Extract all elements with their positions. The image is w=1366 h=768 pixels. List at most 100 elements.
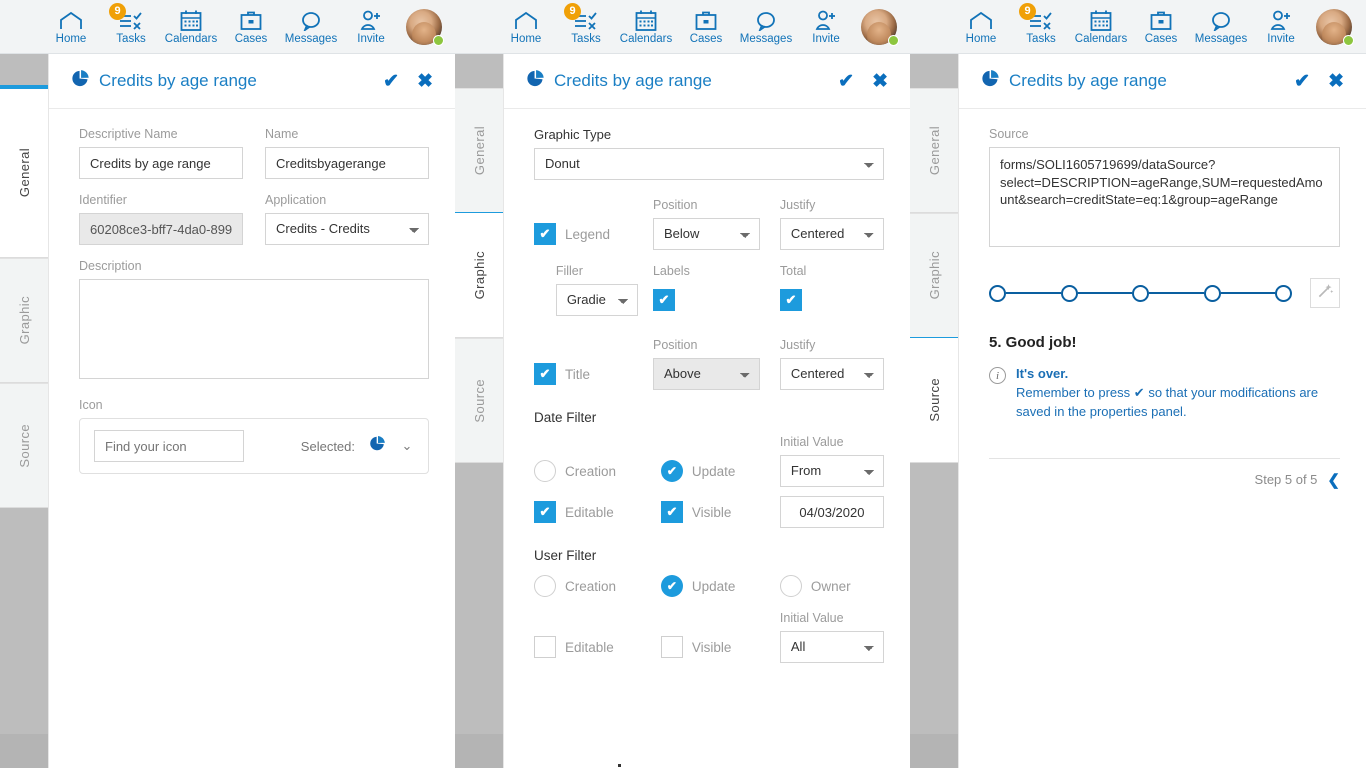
confirm-button[interactable]: ✔ — [383, 72, 399, 91]
nav-calendars-3[interactable]: Calendars — [1071, 0, 1131, 54]
header-segment-1: Home 9 Tasks Calendars Cases — [0, 0, 455, 54]
nav-invite-2[interactable]: Invite — [796, 0, 856, 54]
user-initial-value-label: Initial Value — [780, 611, 884, 625]
name-input[interactable] — [265, 147, 429, 179]
user-update-radio[interactable]: ✔ — [661, 575, 683, 597]
source-textarea[interactable]: forms/SOLI1605719699/dataSource?select=D… — [989, 147, 1340, 247]
user-editable-group[interactable]: ✔ Editable — [534, 636, 661, 658]
user-visible-checkbox[interactable]: ✔ — [661, 636, 683, 658]
tab-graphic-label: Graphic — [927, 251, 942, 299]
briefcase-icon — [695, 9, 717, 31]
nav-invite-3[interactable]: Invite — [1251, 0, 1311, 54]
nav-home-2[interactable]: Home — [496, 0, 556, 54]
nav-home[interactable]: Home — [41, 0, 101, 54]
date-creation-radio[interactable]: ✔ — [534, 460, 556, 482]
user-avatar[interactable] — [856, 0, 902, 54]
tab-graphic[interactable]: Graphic — [455, 213, 504, 338]
nav-cases[interactable]: Cases — [221, 0, 281, 54]
magic-wand-button[interactable] — [1310, 278, 1340, 308]
title-position-select[interactable]: Above — [653, 358, 760, 390]
nav-cases-2[interactable]: Cases — [676, 0, 736, 54]
title-checkbox[interactable]: ✔ — [534, 363, 556, 385]
nav-calendars-2[interactable]: Calendars — [616, 0, 676, 54]
close-button[interactable]: ✖ — [1328, 72, 1344, 91]
source-form: Source forms/SOLI1605719699/dataSource?s… — [959, 109, 1366, 489]
home-icon — [59, 9, 83, 31]
close-button[interactable]: ✖ — [872, 72, 888, 91]
wizard-step-5[interactable] — [1275, 285, 1292, 302]
date-visible-group[interactable]: ✔ Visible — [661, 501, 780, 523]
date-initial-value-select[interactable]: From — [780, 455, 884, 487]
icon-search-input[interactable] — [94, 430, 244, 462]
filler-select[interactable]: Gradie — [556, 284, 638, 316]
user-creation-group[interactable]: ✔ Creation — [534, 575, 661, 597]
nav-calendars[interactable]: Calendars — [161, 0, 221, 54]
confirm-button[interactable]: ✔ — [1294, 72, 1310, 91]
user-editable-label: Editable — [565, 640, 614, 655]
nav-tasks-2[interactable]: 9 Tasks — [556, 0, 616, 54]
tab-source[interactable]: Source — [910, 338, 959, 463]
graphic-type-select[interactable]: Donut — [534, 148, 884, 180]
date-initial-date-input[interactable] — [780, 496, 884, 528]
wizard-step-1[interactable] — [989, 285, 1006, 302]
description-textarea[interactable] — [79, 279, 429, 379]
total-checkbox[interactable]: ✔ — [780, 289, 802, 311]
nav-invite[interactable]: Invite — [341, 0, 401, 54]
tab-general[interactable]: General — [910, 88, 959, 213]
tab-general[interactable]: General — [0, 88, 49, 258]
wizard-step-3[interactable] — [1132, 285, 1149, 302]
user-editable-checkbox[interactable]: ✔ — [534, 636, 556, 658]
user-update-group[interactable]: ✔ Update — [661, 575, 780, 597]
date-editable-group[interactable]: ✔ Editable — [534, 501, 661, 523]
tab-graphic[interactable]: Graphic — [910, 213, 959, 338]
nav-cases-3[interactable]: Cases — [1131, 0, 1191, 54]
nav-invite-label: Invite — [1267, 34, 1295, 46]
legend-position-select[interactable]: Below — [653, 218, 760, 250]
user-avatar[interactable] — [401, 0, 447, 54]
nav-tasks[interactable]: 9 Tasks — [101, 0, 161, 54]
check-icon: ✔ — [1134, 385, 1145, 400]
date-visible-checkbox[interactable]: ✔ — [661, 501, 683, 523]
legend-checkbox[interactable]: ✔ — [534, 223, 556, 245]
tab-source-label: Source — [927, 378, 942, 422]
nav-messages-2[interactable]: Messages — [736, 0, 796, 54]
date-creation-group[interactable]: ✔ Creation — [534, 460, 661, 482]
user-initial-value-select[interactable]: All — [780, 631, 884, 663]
descriptive-name-input[interactable] — [79, 147, 243, 179]
user-owner-radio[interactable]: ✔ — [780, 575, 802, 597]
date-initial-header: Initial Value — [534, 435, 884, 455]
close-button[interactable]: ✖ — [417, 72, 433, 91]
icon-picker[interactable]: Selected: ⌄ — [79, 418, 429, 474]
chevron-down-icon[interactable]: ⌄ — [400, 438, 414, 454]
application-select[interactable]: Credits - Credits — [265, 213, 429, 245]
total-label: Total — [780, 264, 884, 278]
date-editable-checkbox[interactable]: ✔ — [534, 501, 556, 523]
nav-messages-3[interactable]: Messages — [1191, 0, 1251, 54]
date-update-group[interactable]: ✔ Update — [661, 460, 780, 482]
date-update-radio[interactable]: ✔ — [661, 460, 683, 482]
legend-justify-select[interactable]: Centered — [780, 218, 884, 250]
title-justify-select[interactable]: Centered — [780, 358, 884, 390]
user-creation-radio[interactable]: ✔ — [534, 575, 556, 597]
user-visible-label: Visible — [692, 640, 732, 655]
legend-checkbox-group[interactable]: ✔ Legend — [534, 223, 653, 245]
nav-tasks-3[interactable]: 9 Tasks — [1011, 0, 1071, 54]
nav-home-3[interactable]: Home — [951, 0, 1011, 54]
tab-graphic[interactable]: Graphic — [0, 258, 49, 383]
header-segment-3: Home 9 Tasks Calendars Cases — [910, 0, 1365, 54]
date-creation-label: Creation — [565, 464, 616, 479]
labels-checkbox[interactable]: ✔ — [653, 289, 675, 311]
title-position-label: Position — [653, 338, 760, 352]
chevron-left-icon[interactable]: ❮ — [1327, 471, 1340, 489]
title-checkbox-group[interactable]: ✔ Title — [534, 363, 653, 385]
wizard-step-2[interactable] — [1061, 285, 1078, 302]
user-avatar[interactable] — [1311, 0, 1357, 54]
tab-general[interactable]: General — [455, 88, 504, 213]
user-visible-group[interactable]: ✔ Visible — [661, 636, 780, 658]
confirm-button[interactable]: ✔ — [838, 72, 854, 91]
user-owner-group[interactable]: ✔ Owner — [780, 575, 884, 597]
nav-messages[interactable]: Messages — [281, 0, 341, 54]
tab-source[interactable]: Source — [455, 338, 504, 463]
wizard-step-4[interactable] — [1204, 285, 1221, 302]
tab-source[interactable]: Source — [0, 383, 49, 508]
